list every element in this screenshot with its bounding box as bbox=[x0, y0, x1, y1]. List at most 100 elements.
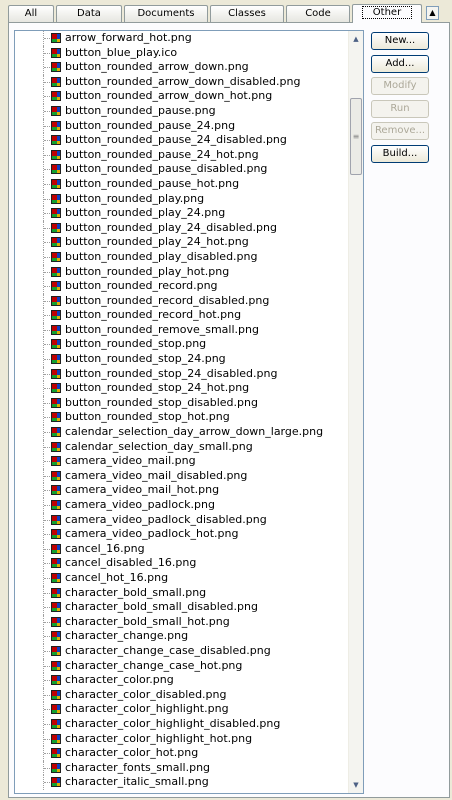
scroll-down-arrow-icon[interactable]: ▼ bbox=[349, 778, 363, 792]
run-button[interactable]: Run bbox=[371, 100, 429, 118]
remove-button[interactable]: Remove... bbox=[371, 122, 429, 140]
file-name: camera_video_padlock_hot.png bbox=[65, 527, 239, 541]
modify-button[interactable]: Modify bbox=[371, 77, 429, 95]
list-item[interactable]: camera_video_mail_disabled.png bbox=[15, 468, 348, 484]
file-name: character_change_case_hot.png bbox=[65, 658, 243, 672]
list-item[interactable]: button_blue_play.ico bbox=[15, 45, 348, 61]
add-button[interactable]: Add... bbox=[371, 55, 429, 73]
list-item[interactable]: calendar_selection_day_arrow_down_large.… bbox=[15, 425, 348, 440]
image-file-icon bbox=[51, 266, 61, 277]
list-item[interactable]: character_bold_small_disabled.png bbox=[15, 600, 348, 615]
new-button[interactable]: New... bbox=[371, 32, 429, 50]
list-item[interactable]: calendar_selection_day_small.png bbox=[15, 439, 348, 455]
list-item[interactable]: button_rounded_arrow_down_disabled.png bbox=[15, 74, 348, 90]
file-name: button_rounded_arrow_down_hot.png bbox=[65, 89, 273, 103]
file-name: character_color_hot.png bbox=[65, 746, 199, 760]
list-item[interactable]: button_rounded_stop_disabled.png bbox=[15, 395, 348, 411]
tab-all[interactable]: All bbox=[8, 5, 54, 22]
file-name: button_rounded_play.png bbox=[65, 191, 205, 205]
image-file-icon bbox=[51, 543, 61, 554]
file-name: button_rounded_arrow_down.png bbox=[65, 60, 249, 74]
file-name: button_rounded_stop.png bbox=[65, 337, 207, 351]
list-item[interactable]: button_rounded_arrow_down.png bbox=[15, 60, 348, 75]
list-item[interactable]: button_rounded_pause_hot.png bbox=[15, 176, 348, 192]
list-item[interactable]: button_rounded_play.png bbox=[15, 191, 348, 207]
list-item[interactable]: character_color_highlight_hot.png bbox=[15, 731, 348, 747]
list-item[interactable]: button_rounded_pause_24_disabled.png bbox=[15, 133, 348, 148]
list-item[interactable]: camera_video_mail.png bbox=[15, 454, 348, 469]
scrollbar-thumb[interactable]: ≡ bbox=[350, 98, 362, 175]
list-item[interactable]: cancel_disabled_16.png bbox=[15, 556, 348, 571]
image-file-icon bbox=[51, 748, 61, 759]
list-item[interactable]: camera_video_mail_hot.png bbox=[15, 483, 348, 498]
image-file-icon bbox=[51, 354, 61, 365]
list-item[interactable]: character_color_hot.png bbox=[15, 746, 348, 761]
list-item[interactable]: button_rounded_pause.png bbox=[15, 103, 348, 119]
tab-code[interactable]: Code bbox=[286, 5, 350, 22]
file-name: button_rounded_record.png bbox=[65, 279, 218, 293]
list-item[interactable]: button_rounded_play_hot.png bbox=[15, 264, 348, 280]
list-item[interactable]: cancel_hot_16.png bbox=[15, 570, 348, 586]
tab-scroll-up-button[interactable]: ▲ bbox=[426, 6, 439, 20]
list-item[interactable]: character_change.png bbox=[15, 629, 348, 644]
list-item[interactable]: character_bold_small_hot.png bbox=[15, 614, 348, 630]
list-item[interactable]: button_rounded_arrow_down_hot.png bbox=[15, 89, 348, 104]
tab-classes[interactable]: Classes bbox=[210, 5, 284, 22]
list-item[interactable]: button_rounded_record_disabled.png bbox=[15, 293, 348, 309]
list-item[interactable]: button_rounded_record_hot.png bbox=[15, 308, 348, 323]
file-name: button_rounded_play_24_hot.png bbox=[65, 235, 249, 249]
list-item[interactable]: button_rounded_pause_24_hot.png bbox=[15, 147, 348, 163]
file-name: cancel_disabled_16.png bbox=[65, 556, 197, 570]
list-item[interactable]: character_color_highlight_disabled.png bbox=[15, 716, 348, 732]
file-name: button_rounded_play_24_disabled.png bbox=[65, 220, 277, 234]
list-item[interactable]: character_color_disabled.png bbox=[15, 687, 348, 703]
list-item[interactable]: camera_video_padlock_disabled.png bbox=[15, 512, 348, 528]
image-file-icon bbox=[51, 135, 61, 146]
list-item[interactable]: button_rounded_remove_small.png bbox=[15, 322, 348, 338]
file-name: button_rounded_pause_24_hot.png bbox=[65, 147, 259, 161]
image-file-icon bbox=[51, 251, 61, 262]
file-name: arrow_forward_hot.png bbox=[65, 31, 192, 44]
scroll-up-arrow-icon[interactable]: ▲ bbox=[349, 32, 363, 46]
list-item[interactable]: button_rounded_pause_24.png bbox=[15, 118, 348, 134]
list-item[interactable]: button_rounded_play_disabled.png bbox=[15, 249, 348, 265]
file-name: calendar_selection_day_arrow_down_large.… bbox=[65, 425, 324, 439]
list-item[interactable]: button_rounded_pause_disabled.png bbox=[15, 162, 348, 177]
list-item[interactable]: character_change_case_hot.png bbox=[15, 658, 348, 674]
image-file-icon bbox=[51, 675, 61, 686]
file-name: button_rounded_pause.png bbox=[65, 103, 216, 117]
list-item[interactable]: character_color.png bbox=[15, 673, 348, 688]
list-item[interactable]: button_rounded_stop_24_disabled.png bbox=[15, 366, 348, 382]
list-item[interactable]: button_rounded_record.png bbox=[15, 279, 348, 294]
list-item[interactable]: button_rounded_play_24.png bbox=[15, 206, 348, 221]
tab-other[interactable]: Other bbox=[352, 4, 422, 23]
list-item[interactable]: character_color_highlight.png bbox=[15, 702, 348, 717]
image-file-icon bbox=[51, 762, 61, 773]
list-item[interactable]: button_rounded_play_24_hot.png bbox=[15, 235, 348, 250]
vertical-scrollbar[interactable]: ▲ ≡ ▼ bbox=[348, 31, 363, 793]
image-file-icon bbox=[51, 485, 61, 496]
list-item[interactable]: arrow_forward_hot.png bbox=[15, 31, 348, 46]
list-item[interactable]: cancel_16.png bbox=[15, 541, 348, 557]
list-item[interactable]: button_rounded_stop.png bbox=[15, 337, 348, 353]
arrow-up-icon: ▲ bbox=[429, 8, 436, 17]
list-item[interactable]: button_rounded_stop_24_hot.png bbox=[15, 381, 348, 396]
list-item[interactable]: camera_video_padlock_hot.png bbox=[15, 527, 348, 542]
file-list[interactable]: arrow_forward_hot.png button_blue_play.ic… bbox=[14, 30, 364, 794]
list-item[interactable]: camera_video_padlock.png bbox=[15, 498, 348, 513]
list-item[interactable]: character_change_case_disabled.png bbox=[15, 643, 348, 659]
list-item[interactable]: character_bold_small.png bbox=[15, 585, 348, 601]
list-item[interactable]: button_rounded_play_24_disabled.png bbox=[15, 220, 348, 236]
image-file-icon bbox=[51, 645, 61, 656]
list-item[interactable]: button_rounded_stop_24.png bbox=[15, 352, 348, 367]
file-name: character_change.png bbox=[65, 629, 189, 643]
tab-data[interactable]: Data bbox=[56, 5, 122, 22]
list-item[interactable]: button_rounded_stop_hot.png bbox=[15, 410, 348, 426]
list-item[interactable]: character_fonts_small.png bbox=[15, 760, 348, 776]
list-item[interactable]: character_italic_small.png bbox=[15, 775, 348, 790]
image-file-icon bbox=[51, 412, 61, 423]
file-name: button_rounded_stop_24.png bbox=[65, 352, 226, 366]
image-file-icon bbox=[51, 208, 61, 219]
build-button[interactable]: Build... bbox=[371, 145, 429, 163]
tab-documents[interactable]: Documents bbox=[124, 5, 208, 22]
